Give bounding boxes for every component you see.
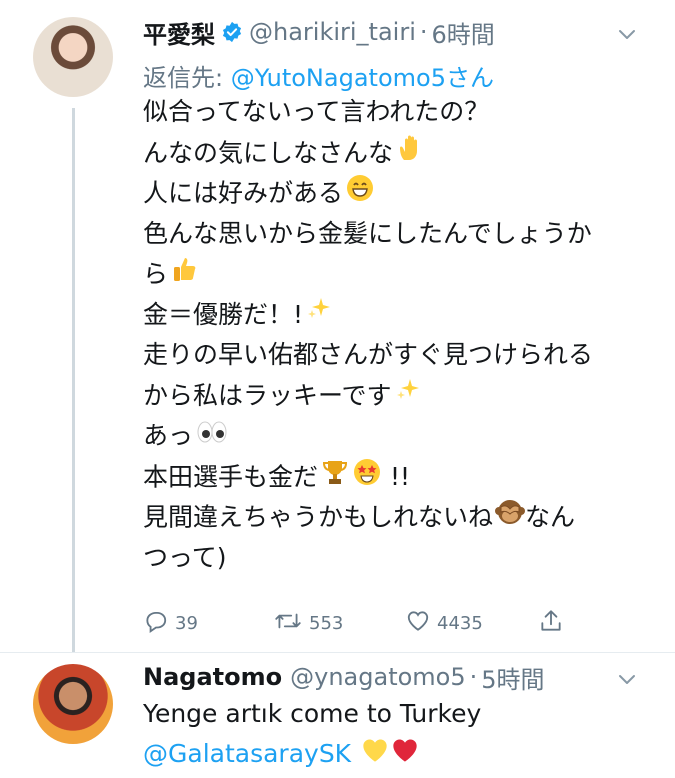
star-struck-emoji: [352, 457, 382, 500]
tweet-line-text: 見間違えちゃうかもしれないね: [143, 502, 494, 532]
tweet-timestamp[interactable]: 5時間: [481, 660, 544, 695]
reply-icon: [143, 608, 169, 639]
tweet-line-text: 本田選手も金だ: [143, 461, 319, 491]
tweet-line-text: 金＝優勝だ！!: [143, 299, 304, 329]
tweet-line: @GalatasaraySK: [143, 734, 653, 775]
author-handle[interactable]: @ynagatomo5: [290, 663, 466, 691]
tweet-line: 見間違えちゃうかもしれないね なん: [143, 497, 653, 538]
sparkles-emoji: [305, 295, 333, 336]
tweet-line: 本田選手も金だ!!: [143, 457, 653, 498]
author-name[interactable]: 平愛梨: [143, 15, 215, 50]
reply-button[interactable]: 39: [143, 608, 198, 639]
thread-connector-line: [72, 108, 75, 652]
tweet-line-text: ら: [143, 259, 169, 289]
avatar-nagatomo[interactable]: [33, 664, 113, 744]
separator-dot: ·: [419, 18, 428, 46]
tweet-line: つって): [143, 542, 227, 572]
eyes-emoji: [195, 417, 229, 458]
reply-mention-link[interactable]: @YutoNagatomo5さん: [231, 64, 494, 92]
avatar-tairi[interactable]: [33, 17, 113, 97]
retweet-button[interactable]: 553: [273, 608, 343, 639]
tweet-2-header: Nagatomo @ynagatomo5 · 5時間: [143, 657, 545, 697]
yellow-heart-emoji: [361, 735, 389, 775]
tweet-1-actions: 39 553 4435: [143, 604, 623, 642]
like-count: 4435: [437, 612, 483, 634]
tweet-line: んなの気にしなさんな: [143, 133, 653, 174]
retweet-count: 553: [309, 612, 344, 634]
tweet-line: あっ: [143, 416, 653, 457]
red-heart-emoji: [391, 735, 419, 775]
tweet-line: 似合ってないって言われたの？: [143, 97, 490, 126]
tweet-line-text: あっ: [143, 421, 194, 450]
reply-count: 39: [175, 612, 198, 634]
tweet-line: ら: [143, 254, 653, 295]
mention-link[interactable]: @GalatasaraySK: [143, 739, 351, 768]
sparkles-emoji: [394, 376, 422, 417]
share-button[interactable]: [538, 608, 564, 639]
separator-dot: ·: [469, 663, 478, 691]
reply-prefix: 返信先:: [143, 64, 231, 92]
see-no-evil-monkey-emoji: [495, 497, 526, 540]
tweet-line: 人には好みがある: [143, 173, 653, 214]
thumbs-up-emoji: [170, 254, 200, 297]
tweet-line: 金＝優勝だ！!: [143, 295, 653, 336]
raised-hand-emoji: [395, 133, 425, 176]
tweet-line: 走りの早い佑都さんがすぐ見つけられる: [143, 340, 594, 369]
tweet-1-text: 似合ってないって言われたの？ んなの気にしなさんな 人には好みがある 色んな思い…: [143, 92, 653, 578]
tweet-line-text: から私はラッキーです: [143, 380, 392, 410]
author-name[interactable]: Nagatomo: [143, 663, 282, 691]
tweet-timestamp[interactable]: 6時間: [432, 15, 495, 50]
tweet-1[interactable]: 平愛梨 @harikiri_tairi · 6時間 返信先: @YutoNaga…: [0, 0, 675, 652]
tweet-1-header: 平愛梨 @harikiri_tairi · 6時間: [143, 12, 495, 52]
tweet-line: Yenge artık come to Turkey: [143, 699, 482, 728]
tweet-line: 色んな思いから金髪にしたんでしょうか: [143, 218, 592, 248]
like-button[interactable]: 4435: [405, 608, 483, 639]
grinning-face-emoji: [345, 173, 375, 216]
chevron-down-icon[interactable]: [615, 22, 639, 46]
heart-icon: [405, 608, 431, 639]
verified-badge-icon: [221, 21, 243, 43]
share-icon: [538, 608, 564, 639]
tweet-line-text: 人には好みがある: [143, 178, 344, 208]
replying-to: 返信先: @YutoNagatomo5さん: [143, 58, 494, 93]
author-handle[interactable]: @harikiri_tairi: [249, 18, 416, 46]
trophy-emoji: [320, 457, 350, 500]
tweet-line-text: んなの気にしなさんな: [143, 137, 394, 167]
chevron-down-icon[interactable]: [615, 667, 639, 691]
tweet-line: から私はラッキーです: [143, 376, 653, 417]
tweet-2-text: Yenge artık come to Turkey @GalatasarayS…: [143, 694, 653, 775]
tweet-line-suffix: なん: [525, 502, 576, 532]
retweet-icon: [273, 608, 303, 639]
exclaim-suffix: !!: [390, 461, 411, 491]
